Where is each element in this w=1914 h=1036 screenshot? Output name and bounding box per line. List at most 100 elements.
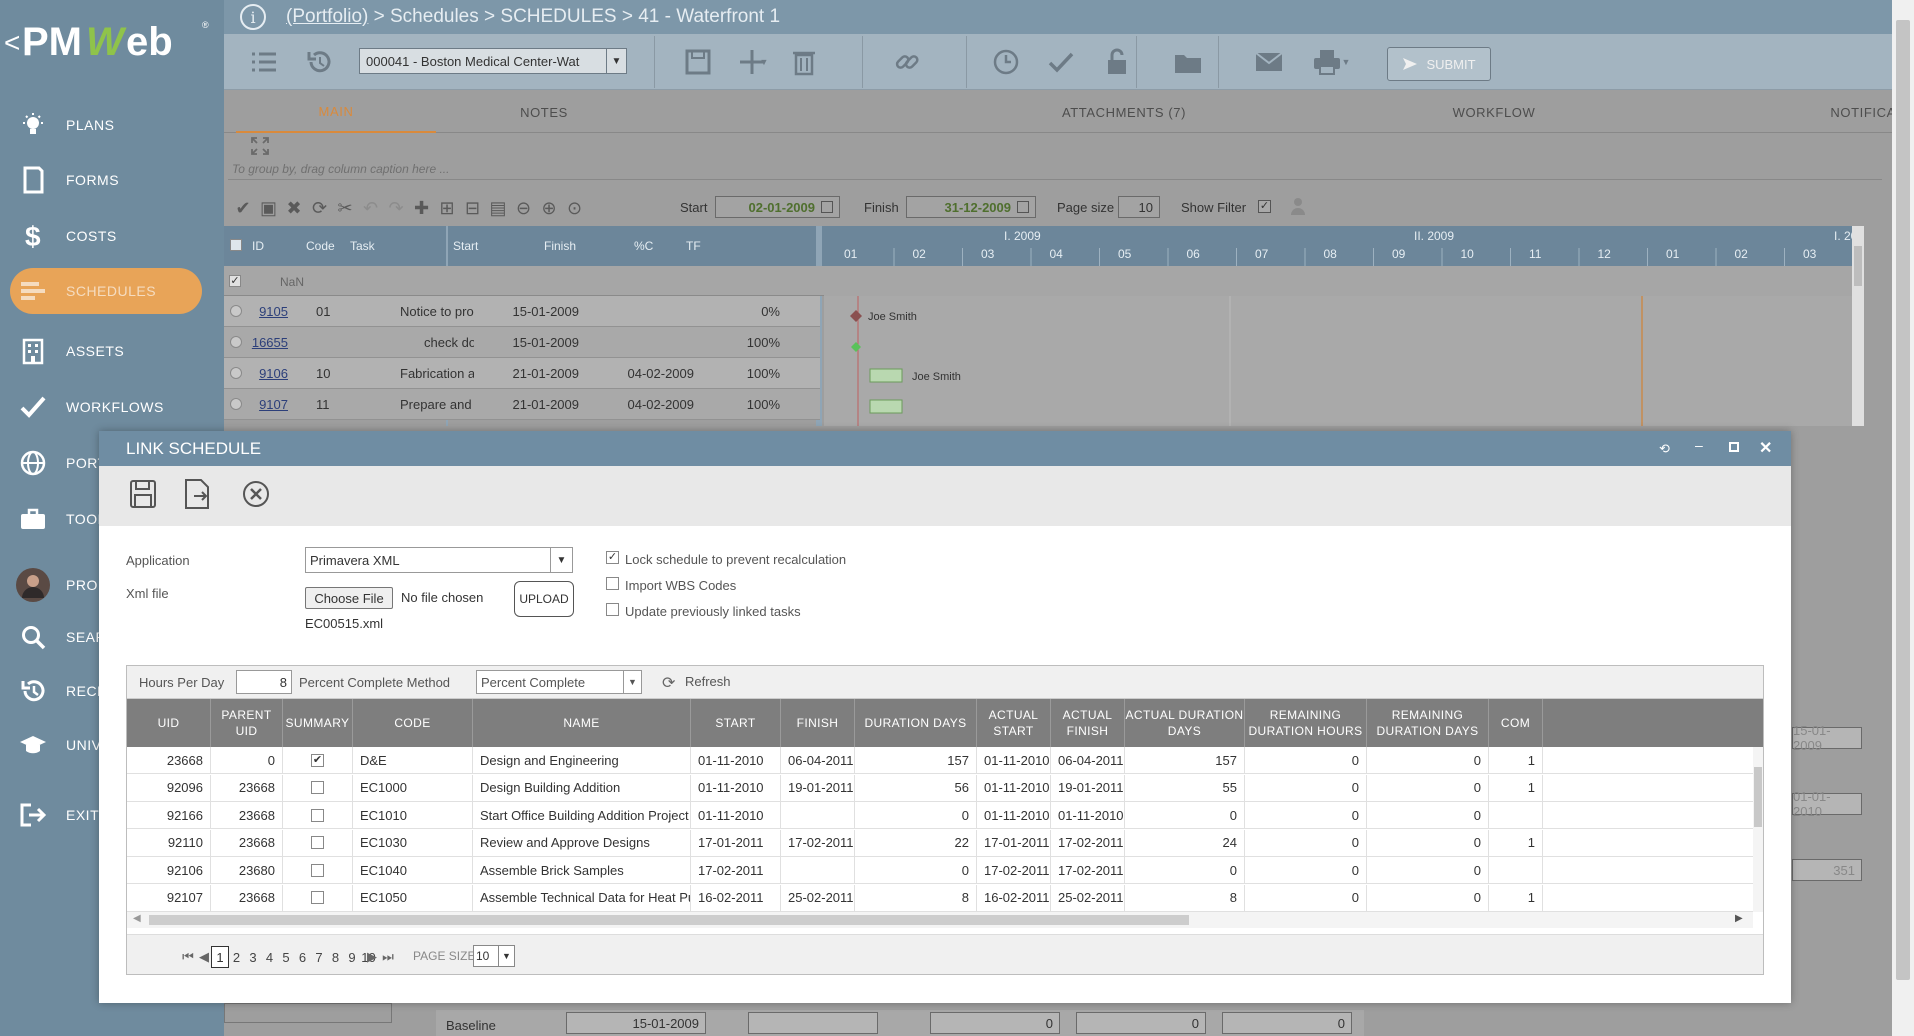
save-icon[interactable]: ▣	[258, 196, 280, 220]
lock-icon[interactable]	[1097, 42, 1137, 82]
sidebar-item-costs[interactable]: $ COSTS	[0, 211, 224, 261]
pager-page-size-select[interactable]: 10 ▼	[473, 945, 515, 967]
column-header-start[interactable]: START	[691, 699, 781, 747]
close-icon[interactable]: ✕	[1759, 438, 1772, 458]
import-file-icon[interactable]	[183, 478, 211, 510]
table-row[interactable]: 23668 0 ✔ D&E Design and Engineering 01-11-20…	[127, 747, 1753, 774]
task-id-link[interactable]: 16655	[252, 335, 288, 350]
grid-header-task[interactable]: Task	[350, 239, 375, 253]
import-wbs-checkbox[interactable]	[606, 577, 619, 590]
horizontal-scrollbar-thumb[interactable]	[149, 915, 1189, 925]
zoom-out-icon[interactable]: ⊖	[513, 196, 535, 220]
sidebar-item-schedules[interactable]: SCHEDULES	[10, 268, 202, 314]
grid-header-tf[interactable]: TF	[686, 239, 701, 253]
email-icon[interactable]	[1249, 42, 1289, 82]
history-icon[interactable]	[299, 42, 339, 82]
expand-all-icon[interactable]: ⊞	[436, 196, 458, 220]
page-link-5[interactable]: 5	[277, 946, 295, 968]
column-header-uid[interactable]: UID	[127, 699, 211, 747]
grid-header-code[interactable]: Code	[306, 239, 335, 253]
column-header-actual-duration-days[interactable]: ACTUAL DURATION DAYS	[1125, 699, 1245, 747]
grid-row[interactable]: 9105 01 Notice to pro 15-01-2009 0%	[224, 296, 820, 327]
task-id-link[interactable]: 9106	[259, 366, 288, 381]
upload-button[interactable]: UPLOAD	[514, 581, 574, 617]
table-row[interactable]: 92107 23668 EC1050 Assemble Technical Data …	[127, 884, 1753, 912]
grid-header-pctc[interactable]: %C	[634, 239, 653, 253]
tab-workflow[interactable]: WORKFLOW	[1404, 91, 1584, 133]
page-link-2[interactable]: 2	[228, 946, 246, 968]
expand-icon[interactable]	[250, 136, 270, 156]
check-icon[interactable]: ✔	[232, 196, 254, 220]
pmweb-logo[interactable]: < PM W eb ®	[4, 10, 214, 62]
select-all-checkbox[interactable]	[230, 239, 242, 251]
page-link-9[interactable]: 9	[343, 946, 361, 968]
tab-notes[interactable]: NOTES	[464, 91, 624, 133]
table-row[interactable]: 92106 23680 EC1040 Assemble Brick Samples 17…	[127, 857, 1753, 884]
clock-icon[interactable]	[986, 42, 1026, 82]
tab-main[interactable]: MAIN	[236, 91, 436, 133]
add-row-icon[interactable]: ✚	[411, 196, 433, 220]
list-icon[interactable]	[244, 42, 284, 82]
zoom-fit-icon[interactable]: ⊙	[564, 196, 586, 220]
grid-header-start[interactable]: Start	[453, 239, 478, 253]
application-select[interactable]: Primavera XML ▼	[305, 547, 573, 573]
task-id-link[interactable]: 9105	[259, 304, 288, 319]
project-select[interactable]: 000041 - Boston Medical Center-Wat ▼	[359, 48, 627, 74]
finish-date-input[interactable]: 31-12-2009	[906, 196, 1036, 218]
choose-file-button[interactable]: Choose File	[305, 587, 393, 609]
page-link-1[interactable]: 1	[211, 946, 229, 968]
zoom-in-icon[interactable]: ⊕	[538, 196, 560, 220]
summary-checkbox[interactable]	[311, 863, 324, 877]
show-filter-checkbox[interactable]: ✓	[1258, 200, 1271, 213]
list-view-icon[interactable]: ▤	[487, 196, 509, 220]
baseline-value-2[interactable]: 0	[1076, 1012, 1206, 1034]
table-row[interactable]: 92166 23668 EC1010 Start Office Building Ad…	[127, 802, 1753, 829]
baseline-date2-input[interactable]	[748, 1012, 878, 1034]
row-radio[interactable]	[230, 336, 242, 348]
hours-per-day-input[interactable]: 8	[236, 670, 292, 694]
clear-icon[interactable]: ✂	[334, 196, 356, 220]
column-header-parent-uid[interactable]: PARENT UID	[211, 699, 283, 747]
save-icon[interactable]	[129, 479, 157, 509]
calendar-icon[interactable]	[821, 201, 833, 213]
right-date-field-1[interactable]: 15-01-2009	[1792, 723, 1862, 753]
add-dropdown-icon[interactable]: ▼	[756, 42, 772, 82]
submit-button[interactable]: SUBMIT	[1387, 47, 1491, 81]
column-header-actual-start[interactable]: ACTUAL START	[977, 699, 1051, 747]
refresh-icon[interactable]: ⟳	[309, 196, 331, 220]
summary-checkbox[interactable]: ✔	[311, 753, 324, 767]
page-link-7[interactable]: 7	[310, 946, 328, 968]
update-linked-checkbox[interactable]	[606, 603, 619, 616]
page-size-input[interactable]: 10	[1118, 196, 1160, 218]
summary-checkbox[interactable]	[311, 781, 324, 794]
page-link-6[interactable]: 6	[294, 946, 312, 968]
tab-attachments[interactable]: ATTACHMENTS (7)	[994, 91, 1254, 133]
grid-header-id[interactable]: ID	[252, 239, 264, 253]
refresh-window-icon[interactable]: ⟲	[1659, 441, 1670, 457]
minimize-icon[interactable]: –	[1695, 437, 1703, 453]
column-header-remaining-duration-days[interactable]: REMAINING DURATION DAYS	[1367, 699, 1489, 747]
delete-icon[interactable]	[784, 42, 824, 82]
breadcrumb-portfolio-link[interactable]: (Portfolio)	[286, 6, 368, 28]
chevron-down-icon[interactable]: ▼	[623, 671, 641, 693]
vertical-scrollbar[interactable]	[1753, 747, 1763, 912]
column-header-finish[interactable]: FINISH	[781, 699, 855, 747]
maximize-icon[interactable]	[1729, 442, 1739, 452]
column-header-name[interactable]: NAME	[473, 699, 691, 747]
page-link-3[interactable]: 3	[244, 946, 262, 968]
undo-icon[interactable]: ↶	[360, 196, 382, 220]
column-header-summary[interactable]: SUMMARY	[283, 699, 353, 747]
pcm-select[interactable]: Percent Complete ▼	[476, 670, 642, 694]
collapse-all-icon[interactable]: ⊟	[462, 196, 484, 220]
baseline-value-1[interactable]: 0	[930, 1012, 1060, 1034]
sidebar-item-assets[interactable]: ASSETS	[0, 326, 224, 376]
right-number-field[interactable]: 351	[1792, 859, 1862, 881]
column-header-duration-days[interactable]: DURATION DAYS	[855, 699, 977, 747]
baseline-date-input[interactable]: 15-01-2009	[566, 1012, 706, 1034]
right-date-field-2[interactable]: 01-01-2010	[1792, 789, 1862, 819]
link-icon[interactable]	[887, 42, 927, 82]
summary-checkbox[interactable]	[311, 808, 324, 822]
sidebar-item-workflows[interactable]: WORKFLOWS	[0, 382, 224, 432]
scroll-right-icon[interactable]: ▶	[1735, 913, 1743, 924]
summary-checkbox[interactable]	[311, 836, 324, 849]
